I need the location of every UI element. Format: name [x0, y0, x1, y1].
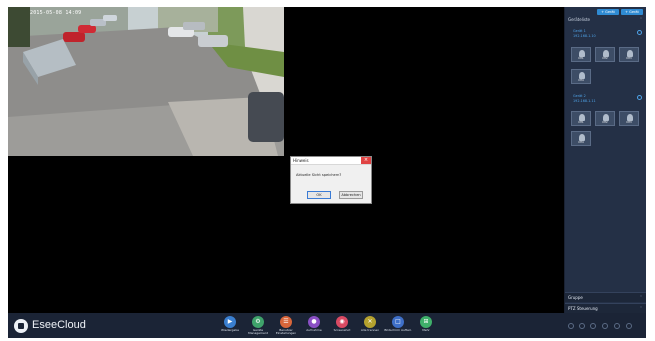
camera-channel-icon [603, 50, 609, 57]
device-address: 192.168.1.10 [573, 34, 596, 38]
toolbar-local-settings-button[interactable]: ☰ Benutzer Einstellungen [274, 316, 298, 338]
camera-channel-icon [579, 134, 585, 141]
device-status-icon [637, 95, 642, 100]
tool-label: Benutzer Einstellungen [275, 328, 297, 336]
channel-thumb[interactable]: CH3 [619, 111, 639, 126]
brand-name: EseeCloud [32, 319, 86, 331]
tool-label: Mehr [422, 328, 430, 332]
device-list-title: Geräteliste [568, 17, 591, 22]
confirm-dialog: Hinweis × Aktuelle Sicht speichern? OK A… [290, 156, 372, 204]
dialog-message: Aktuelle Sicht speichern? [296, 173, 342, 177]
device-name: Gerät 2 [573, 94, 586, 98]
camera-timestamp: 2015-05-08 14:09 [30, 10, 82, 16]
toolbar-fullscreen-button[interactable]: □ Bildschirm Aufteil. [384, 316, 412, 338]
channel-thumb[interactable]: CH3 [619, 47, 639, 62]
ptz-label: PTZ Steuerung [568, 306, 598, 311]
camera-channel-icon [627, 114, 633, 121]
channel-thumb[interactable]: CH2 [595, 111, 615, 126]
channel-label: CH4 [578, 141, 584, 144]
channel-thumb[interactable]: CH2 [595, 47, 615, 62]
channel-label: CH4 [578, 79, 584, 82]
device-address: 192.168.1.11 [573, 99, 596, 103]
camera-channel-icon [627, 50, 633, 57]
ok-button[interactable]: OK [307, 191, 331, 199]
screenshot-icon: ◉ [336, 316, 348, 328]
device-item[interactable]: Gerät 2 192.168.1.11 [569, 94, 643, 108]
group-label: Gruppe [568, 295, 583, 300]
video-cell-1[interactable]: 2015-05-08 14:09 [8, 7, 284, 156]
toolbar-record-button[interactable]: ● Aufnahme [302, 316, 326, 338]
record-icon: ● [308, 316, 320, 328]
cancel-button[interactable]: Abbrechen [339, 191, 363, 199]
tool-label: Screenshot [333, 328, 351, 332]
device-status-icon [637, 30, 642, 35]
add-device-button[interactable]: + Gerät [597, 9, 619, 15]
chevron-up-icon: ˄ [640, 17, 642, 22]
camera-channel-icon [579, 50, 585, 57]
device-sidebar: + Gerät + Gerät Geräteliste ˄ Gerät 1 19… [565, 7, 646, 313]
eseecloud-logo-icon [14, 319, 28, 333]
channel-thumb[interactable]: CH4 [571, 131, 591, 146]
camera-channel-icon [579, 72, 585, 79]
video-cell-3[interactable] [8, 158, 284, 313]
group-panel-header[interactable]: Gruppe ˅ [565, 292, 646, 302]
channel-thumb[interactable]: CH1 [571, 47, 591, 62]
bottom-toolbar: EseeCloud ▶ Wiedergabe ⚙ Geräte Manageme… [8, 313, 646, 338]
toolbar-playback-button[interactable]: ▶ Wiedergabe [218, 316, 242, 338]
channel-thumb[interactable]: CH1 [571, 111, 591, 126]
toolbar-layout-button[interactable]: ⊞ Mehr [414, 316, 438, 338]
sidebar-top-bar: + Gerät + Gerät [565, 7, 646, 16]
channel-label: CH3 [626, 121, 632, 124]
tool-label: Bildschirm Aufteil. [384, 328, 412, 332]
channel-label: CH2 [602, 57, 608, 60]
dialog-title: Hinweis [293, 158, 309, 163]
split-4-icon[interactable] [579, 323, 585, 329]
tool-label: Aufnahme [306, 328, 322, 332]
chevron-down-icon: ˅ [640, 295, 642, 300]
add-device-button-2[interactable]: + Gerät [621, 9, 643, 15]
device-name: Gerät 1 [573, 29, 586, 33]
close-icon[interactable]: × [361, 157, 371, 164]
camera-channel-icon [579, 114, 585, 121]
channel-thumb[interactable]: CH4 [571, 69, 591, 84]
split-16-icon[interactable] [602, 323, 608, 329]
channel-label: CH2 [602, 121, 608, 124]
close-all-icon: ✕ [364, 316, 376, 328]
channel-label: CH1 [578, 57, 584, 60]
tool-label: Geräte Management [248, 328, 268, 336]
fullscreen-icon: □ [392, 316, 404, 328]
tool-label: Alle trennen [360, 328, 380, 332]
device-manage-icon: ⚙ [252, 316, 264, 328]
volume-icon[interactable] [614, 323, 620, 329]
split-9-icon[interactable] [590, 323, 596, 329]
camera-feed-image [8, 7, 284, 156]
device-item[interactable]: Gerät 1 192.168.1.10 [569, 29, 643, 43]
dialog-titlebar: Hinweis × [291, 157, 371, 165]
channel-label: CH1 [578, 121, 584, 124]
device-list-header[interactable]: Geräteliste ˄ [565, 16, 646, 24]
settings-icon[interactable] [626, 323, 632, 329]
video-grid: 2015-05-08 14:09 Hinweis × Aktuelle Sich… [8, 7, 564, 313]
local-settings-icon: ☰ [280, 316, 292, 328]
tool-label: Wiedergabe [220, 328, 239, 332]
toolbar-screenshot-button[interactable]: ◉ Screenshot [330, 316, 354, 338]
channel-label: CH3 [626, 57, 632, 60]
playback-icon: ▶ [224, 316, 236, 328]
split-1-icon[interactable] [568, 323, 574, 329]
toolbar-close-all-button[interactable]: ✕ Alle trennen [358, 316, 382, 338]
video-cell-2[interactable] [286, 7, 564, 156]
camera-channel-icon [603, 114, 609, 121]
toolbar-device-manage-button[interactable]: ⚙ Geräte Management [246, 316, 270, 338]
app-window: 2015-05-08 14:09 Hinweis × Aktuelle Sich… [8, 7, 646, 338]
layout-icon: ⊞ [420, 316, 432, 328]
ptz-panel-header[interactable]: PTZ Steuerung ˅ [565, 303, 646, 313]
